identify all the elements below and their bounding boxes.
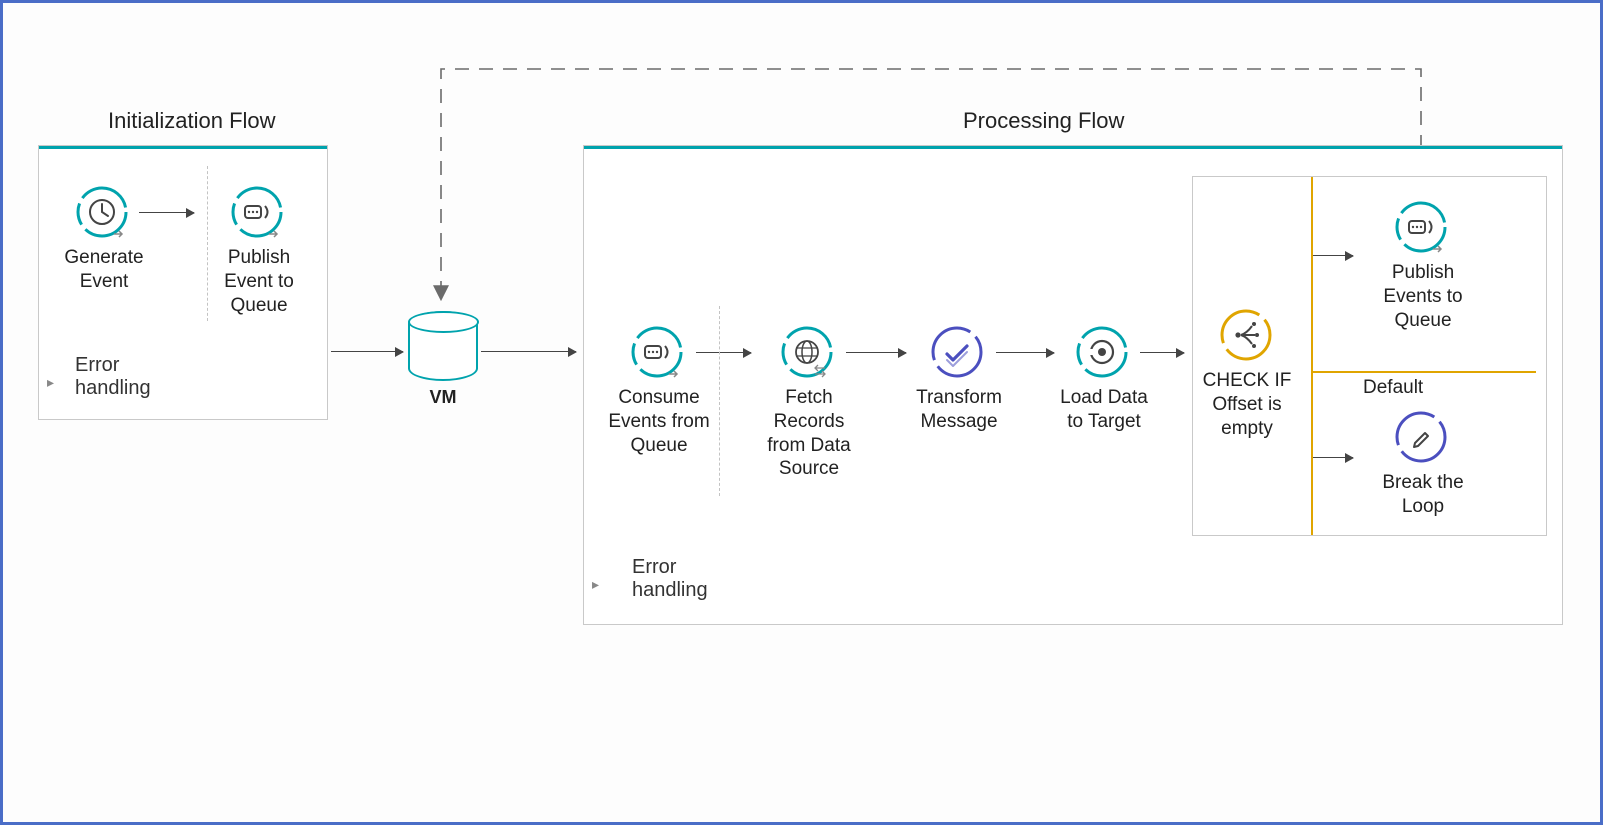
vm-cylinder-icon — [408, 311, 478, 381]
node-consume: Consume Events from Queue — [629, 324, 719, 457]
arrow — [1313, 255, 1353, 256]
node-publish-event: Publish Event to Queue — [229, 184, 319, 317]
arrow — [696, 352, 751, 353]
caret-icon: ▸ — [47, 374, 54, 391]
caret-icon: ▸ — [592, 576, 599, 593]
node-label: Generate Event — [44, 246, 164, 294]
node-transform: Transform Message — [929, 324, 1019, 434]
node-label: Fetch Records from Data Source — [749, 386, 869, 481]
vm-publish-icon — [1393, 199, 1483, 255]
node-label: Publish Event to Queue — [199, 246, 319, 317]
arrow — [1313, 457, 1353, 458]
route-default-bar — [1313, 371, 1536, 373]
logger-icon — [1393, 409, 1483, 465]
vm-label: VM — [408, 387, 478, 408]
choice-divider — [1311, 177, 1313, 535]
node-label: Transform Message — [899, 386, 1019, 434]
node-publish-events: Publish Events to Queue — [1393, 199, 1483, 332]
vm-publish-icon — [229, 184, 319, 240]
error-handling-label: Error handling — [632, 556, 708, 602]
node-generate-event: Generate Event — [74, 184, 164, 294]
node-label: Break the Loop — [1363, 471, 1483, 519]
proc-flow-panel: Consume Events from Queue Fetch Records … — [583, 145, 1563, 625]
error-handling-label: Error handling — [75, 354, 151, 400]
init-flow-title: Initialization Flow — [108, 108, 276, 134]
init-flow-panel: Generate Event Publish Event to Queue ▸ … — [38, 145, 328, 420]
node-load: Load Data to Target — [1074, 324, 1164, 434]
arrow — [331, 351, 403, 352]
route-default-label: Default — [1363, 377, 1423, 399]
diagram-canvas: Initialization Flow Generate Event — [0, 0, 1603, 825]
vm-node: VM — [408, 311, 478, 408]
arrow — [996, 352, 1054, 353]
node-check-offset: CHECK IF Offset is empty — [1218, 307, 1302, 440]
arrow — [481, 351, 576, 352]
node-label: Load Data to Target — [1044, 386, 1164, 434]
choice-router-icon — [1218, 307, 1302, 363]
node-label: Consume Events from Queue — [599, 386, 719, 457]
arrow — [846, 352, 906, 353]
node-break-loop: Break the Loop — [1393, 409, 1483, 519]
node-label: Publish Events to Queue — [1363, 261, 1483, 332]
node-fetch: Fetch Records from Data Source — [779, 324, 869, 481]
divider — [719, 306, 720, 496]
proc-flow-title: Processing Flow — [963, 108, 1124, 134]
node-label: CHECK IF Offset is empty — [1192, 369, 1302, 440]
arrow — [139, 212, 194, 213]
choice-box: CHECK IF Offset is empty Publish Ev — [1192, 176, 1547, 536]
arrow — [1140, 352, 1184, 353]
